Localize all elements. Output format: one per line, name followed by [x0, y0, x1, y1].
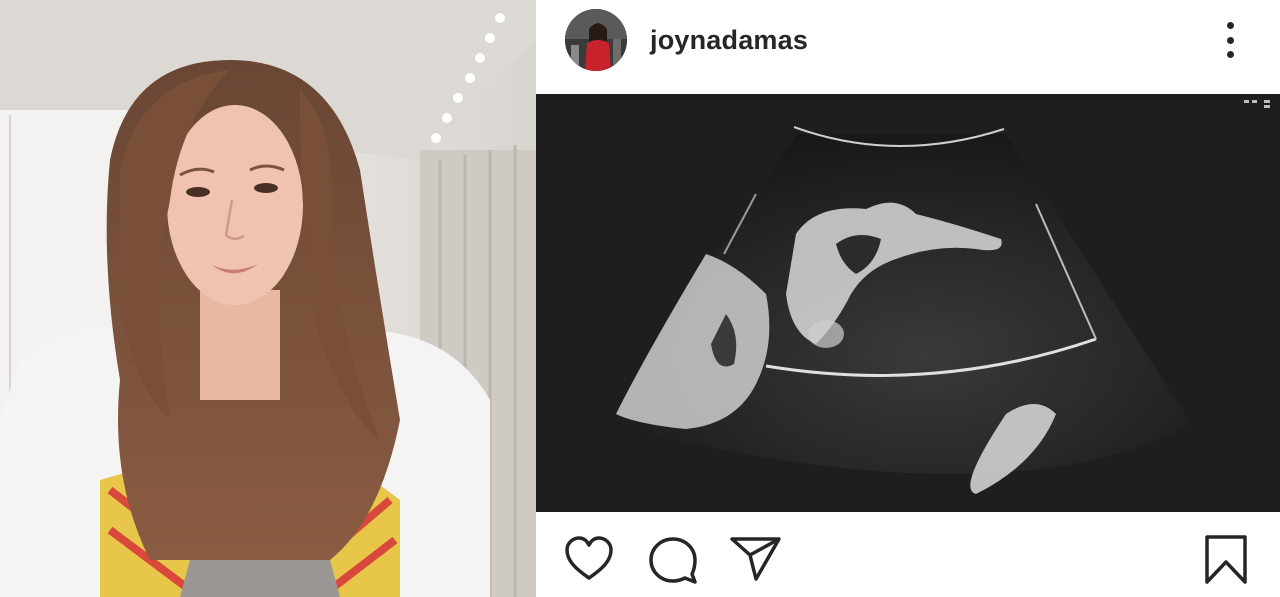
instagram-post: joynadamas [536, 0, 1280, 597]
post-actions-bar [536, 512, 1280, 597]
post-header: joynadamas [536, 0, 1280, 94]
more-options-icon[interactable] [1216, 18, 1244, 62]
heart-icon[interactable] [564, 536, 614, 582]
more-dot [1226, 22, 1234, 29]
more-dot [1226, 36, 1234, 44]
comment-icon[interactable] [648, 536, 698, 584]
paper-plane-icon[interactable] [730, 536, 782, 582]
post-image[interactable] [536, 94, 1280, 512]
more-dot [1226, 51, 1234, 58]
portrait-photo [0, 0, 536, 597]
user-avatar[interactable] [565, 9, 627, 71]
bookmark-icon[interactable] [1204, 534, 1248, 586]
username-link[interactable]: joynadamas [650, 22, 808, 58]
